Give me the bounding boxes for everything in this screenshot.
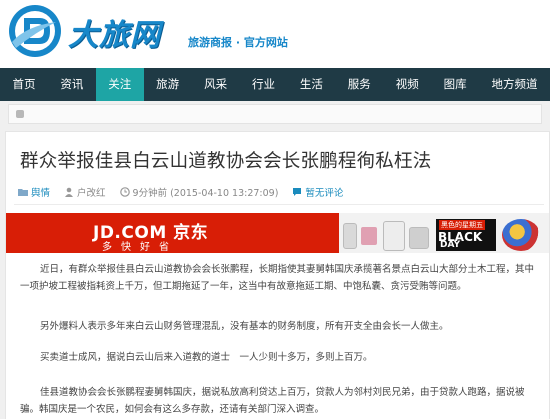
main-nav: 首页 资讯 关注 旅游 风采 行业 生活 服务 视频 图库 地方频道 (0, 68, 550, 101)
black-friday-ad[interactable]: 黑色的星期五 BLACK DAY (339, 213, 549, 253)
paragraph-text: 买卖道士成风，据说白云山后来入道教的道士 一人少则十多万，多则上百万。 (40, 352, 373, 363)
folder-icon (18, 189, 28, 196)
suitcase-image (383, 221, 405, 251)
nav-item-industry[interactable]: 行业 (240, 68, 288, 101)
black-day-top: 黑色的星期五 (439, 220, 485, 230)
nav-item-home[interactable]: 首页 (0, 68, 48, 101)
handbag-image (361, 227, 377, 245)
article-title: 群众举报佳县白云山道教协会会长张鹏程徇私枉法 (20, 151, 432, 172)
breadcrumb-icon (16, 110, 24, 118)
meta-comment-label[interactable]: 暂无评论 (305, 185, 343, 199)
meta-comment[interactable]: 暂无评论 (292, 185, 343, 199)
site-logo-icon[interactable] (6, 2, 64, 60)
nav-item-style[interactable]: 风采 (192, 68, 240, 101)
site-slogan: 旅游商报 · 官方网站 (188, 36, 288, 49)
black-day-badge: 黑色的星期五 BLACK DAY (436, 219, 496, 251)
meta-time-text: 9分钟前 (2015-04-10 13:27:09) (132, 188, 279, 199)
toy-image (502, 219, 540, 251)
nav-item-video[interactable]: 视频 (383, 68, 431, 101)
meta-time: 9分钟前 (2015-04-10 13:27:09) (119, 185, 279, 199)
divider (14, 204, 544, 205)
jd-slogan: 多快好省 (102, 242, 178, 253)
nav-item-travel[interactable]: 旅游 (144, 68, 192, 101)
article-paragraph: 另外爆料人表示多年来白云山财务管理混乱，没有基本的财务制度，所有开支全由会长一人… (20, 318, 540, 335)
nav-item-local[interactable]: 地方频道 (479, 68, 550, 101)
site-header: 大旅网 旅游商报 · 官方网站 (0, 0, 550, 68)
comment-icon (293, 188, 302, 196)
meta-category-label[interactable]: 舆情 (31, 185, 50, 199)
paragraph-text: 佳县道教协会会长张鹏程妻舅韩国庆，据说私放高利贷达上百万，贷款人为邻村刘民兄弟，… (20, 387, 525, 415)
article-paragraph: 买卖道士成风，据说白云山后来入道教的道士 一人少则十多万，多则上百万。 (20, 349, 540, 366)
paragraph-text: 另外爆料人表示多年来白云山财务管理混乱，没有基本的财务制度，所有开支全由会长一人… (40, 321, 449, 332)
nav-item-life[interactable]: 生活 (287, 68, 335, 101)
meta-author: 户改红 (64, 185, 106, 199)
black-day-line2: DAY (440, 240, 461, 250)
paragraph-text: 近日，有群众举报佳县白云山道教协会会长张鹏程，长期指使其妻舅韩国庆承揽著名景点白… (20, 264, 535, 292)
suitcase-image (343, 223, 357, 249)
ad-banner[interactable]: JD.COM 京东 多快好省 黑色的星期五 BLACK DAY (6, 213, 549, 253)
article-card: 群众举报佳县白云山道教协会会长张鹏程徇私枉法 舆情 户改红 9分钟前 (2015… (5, 131, 550, 419)
article-paragraph: 近日，有群众举报佳县白云山道教协会会长张鹏程，长期指使其妻舅韩国庆承揽著名景点白… (20, 261, 540, 295)
jd-ad[interactable]: JD.COM 京东 多快好省 (6, 213, 339, 253)
nav-item-gallery[interactable]: 图库 (431, 68, 479, 101)
nav-item-news[interactable]: 资讯 (48, 68, 96, 101)
article-paragraph: 佳县道教协会会长张鹏程妻舅韩国庆，据说私放高利贷达上百万，贷款人为邻村刘民兄弟，… (20, 384, 540, 418)
meta-author-name: 户改红 (77, 188, 106, 199)
clock-icon (119, 187, 130, 197)
luggage-image (409, 227, 429, 249)
user-icon (65, 187, 74, 197)
site-brand[interactable]: 大旅网 (68, 10, 161, 54)
breadcrumb-bar (8, 104, 542, 124)
article-meta: 舆情 户改红 9分钟前 (2015-04-10 13:27:09) 暂无评论 (18, 185, 357, 199)
nav-item-focus[interactable]: 关注 (95, 68, 144, 101)
meta-category[interactable]: 舆情 (18, 185, 50, 199)
nav-item-service[interactable]: 服务 (335, 68, 383, 101)
